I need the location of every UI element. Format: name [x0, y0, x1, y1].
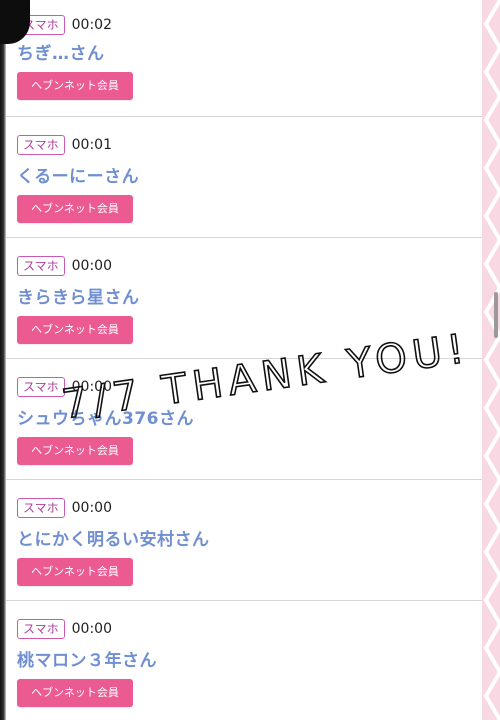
device-badge: スマホ	[17, 498, 65, 518]
visit-time: 00:00	[71, 500, 112, 516]
device-badge: スマホ	[17, 377, 65, 397]
member-badge-button[interactable]: ヘブンネット会員	[17, 558, 133, 586]
device-badge: スマホ	[17, 135, 65, 155]
scrollbar-thumb[interactable]	[494, 292, 498, 338]
list-item[interactable]: スマホ 00:02 ちぎ…さん ヘブンネット会員	[6, 0, 484, 117]
decorative-side-panel	[482, 0, 500, 720]
list-item[interactable]: スマホ 00:00 とにかく明るい安村さん ヘブンネット会員	[6, 480, 484, 601]
member-badge-button[interactable]: ヘブンネット会員	[17, 679, 133, 707]
visitor-list: スマホ 00:02 ちぎ…さん ヘブンネット会員 スマホ 00:01 くるーにー…	[6, 0, 484, 720]
device-badge: スマホ	[17, 256, 65, 276]
visitor-name[interactable]: シュウちゃん376さん	[17, 407, 194, 431]
device-edge	[0, 0, 6, 720]
visitor-list-screen: スマホ 00:02 ちぎ…さん ヘブンネット会員 スマホ 00:01 くるーにー…	[0, 0, 500, 720]
list-item[interactable]: スマホ 00:00 シュウちゃん376さん ヘブンネット会員	[6, 359, 484, 480]
list-item[interactable]: スマホ 00:00 きらきら星さん ヘブンネット会員	[6, 238, 484, 359]
member-badge-button[interactable]: ヘブンネット会員	[17, 437, 133, 465]
member-badge-button[interactable]: ヘブンネット会員	[17, 195, 133, 223]
visitor-name[interactable]: くるーにーさん	[17, 165, 139, 189]
zigzag-pattern-icon	[483, 0, 500, 720]
visitor-name[interactable]: とにかく明るい安村さん	[17, 528, 210, 552]
member-badge-button[interactable]: ヘブンネット会員	[17, 72, 133, 100]
visit-time: 00:00	[71, 621, 112, 637]
visit-time: 00:01	[71, 137, 112, 153]
visit-time: 00:02	[71, 17, 112, 33]
visitor-name[interactable]: ちぎ…さん	[17, 42, 133, 66]
visit-time: 00:00	[71, 258, 112, 274]
list-item[interactable]: スマホ 00:00 桃マロン３年さん ヘブンネット会員	[6, 601, 484, 720]
list-item[interactable]: スマホ 00:01 くるーにーさん ヘブンネット会員	[6, 117, 484, 238]
visitor-name[interactable]: きらきら星さん	[17, 286, 140, 310]
member-badge-button[interactable]: ヘブンネット会員	[17, 316, 133, 344]
device-badge: スマホ	[17, 619, 65, 639]
visit-time: 00:00	[71, 379, 112, 395]
visitor-name[interactable]: 桃マロン３年さん	[17, 649, 157, 673]
